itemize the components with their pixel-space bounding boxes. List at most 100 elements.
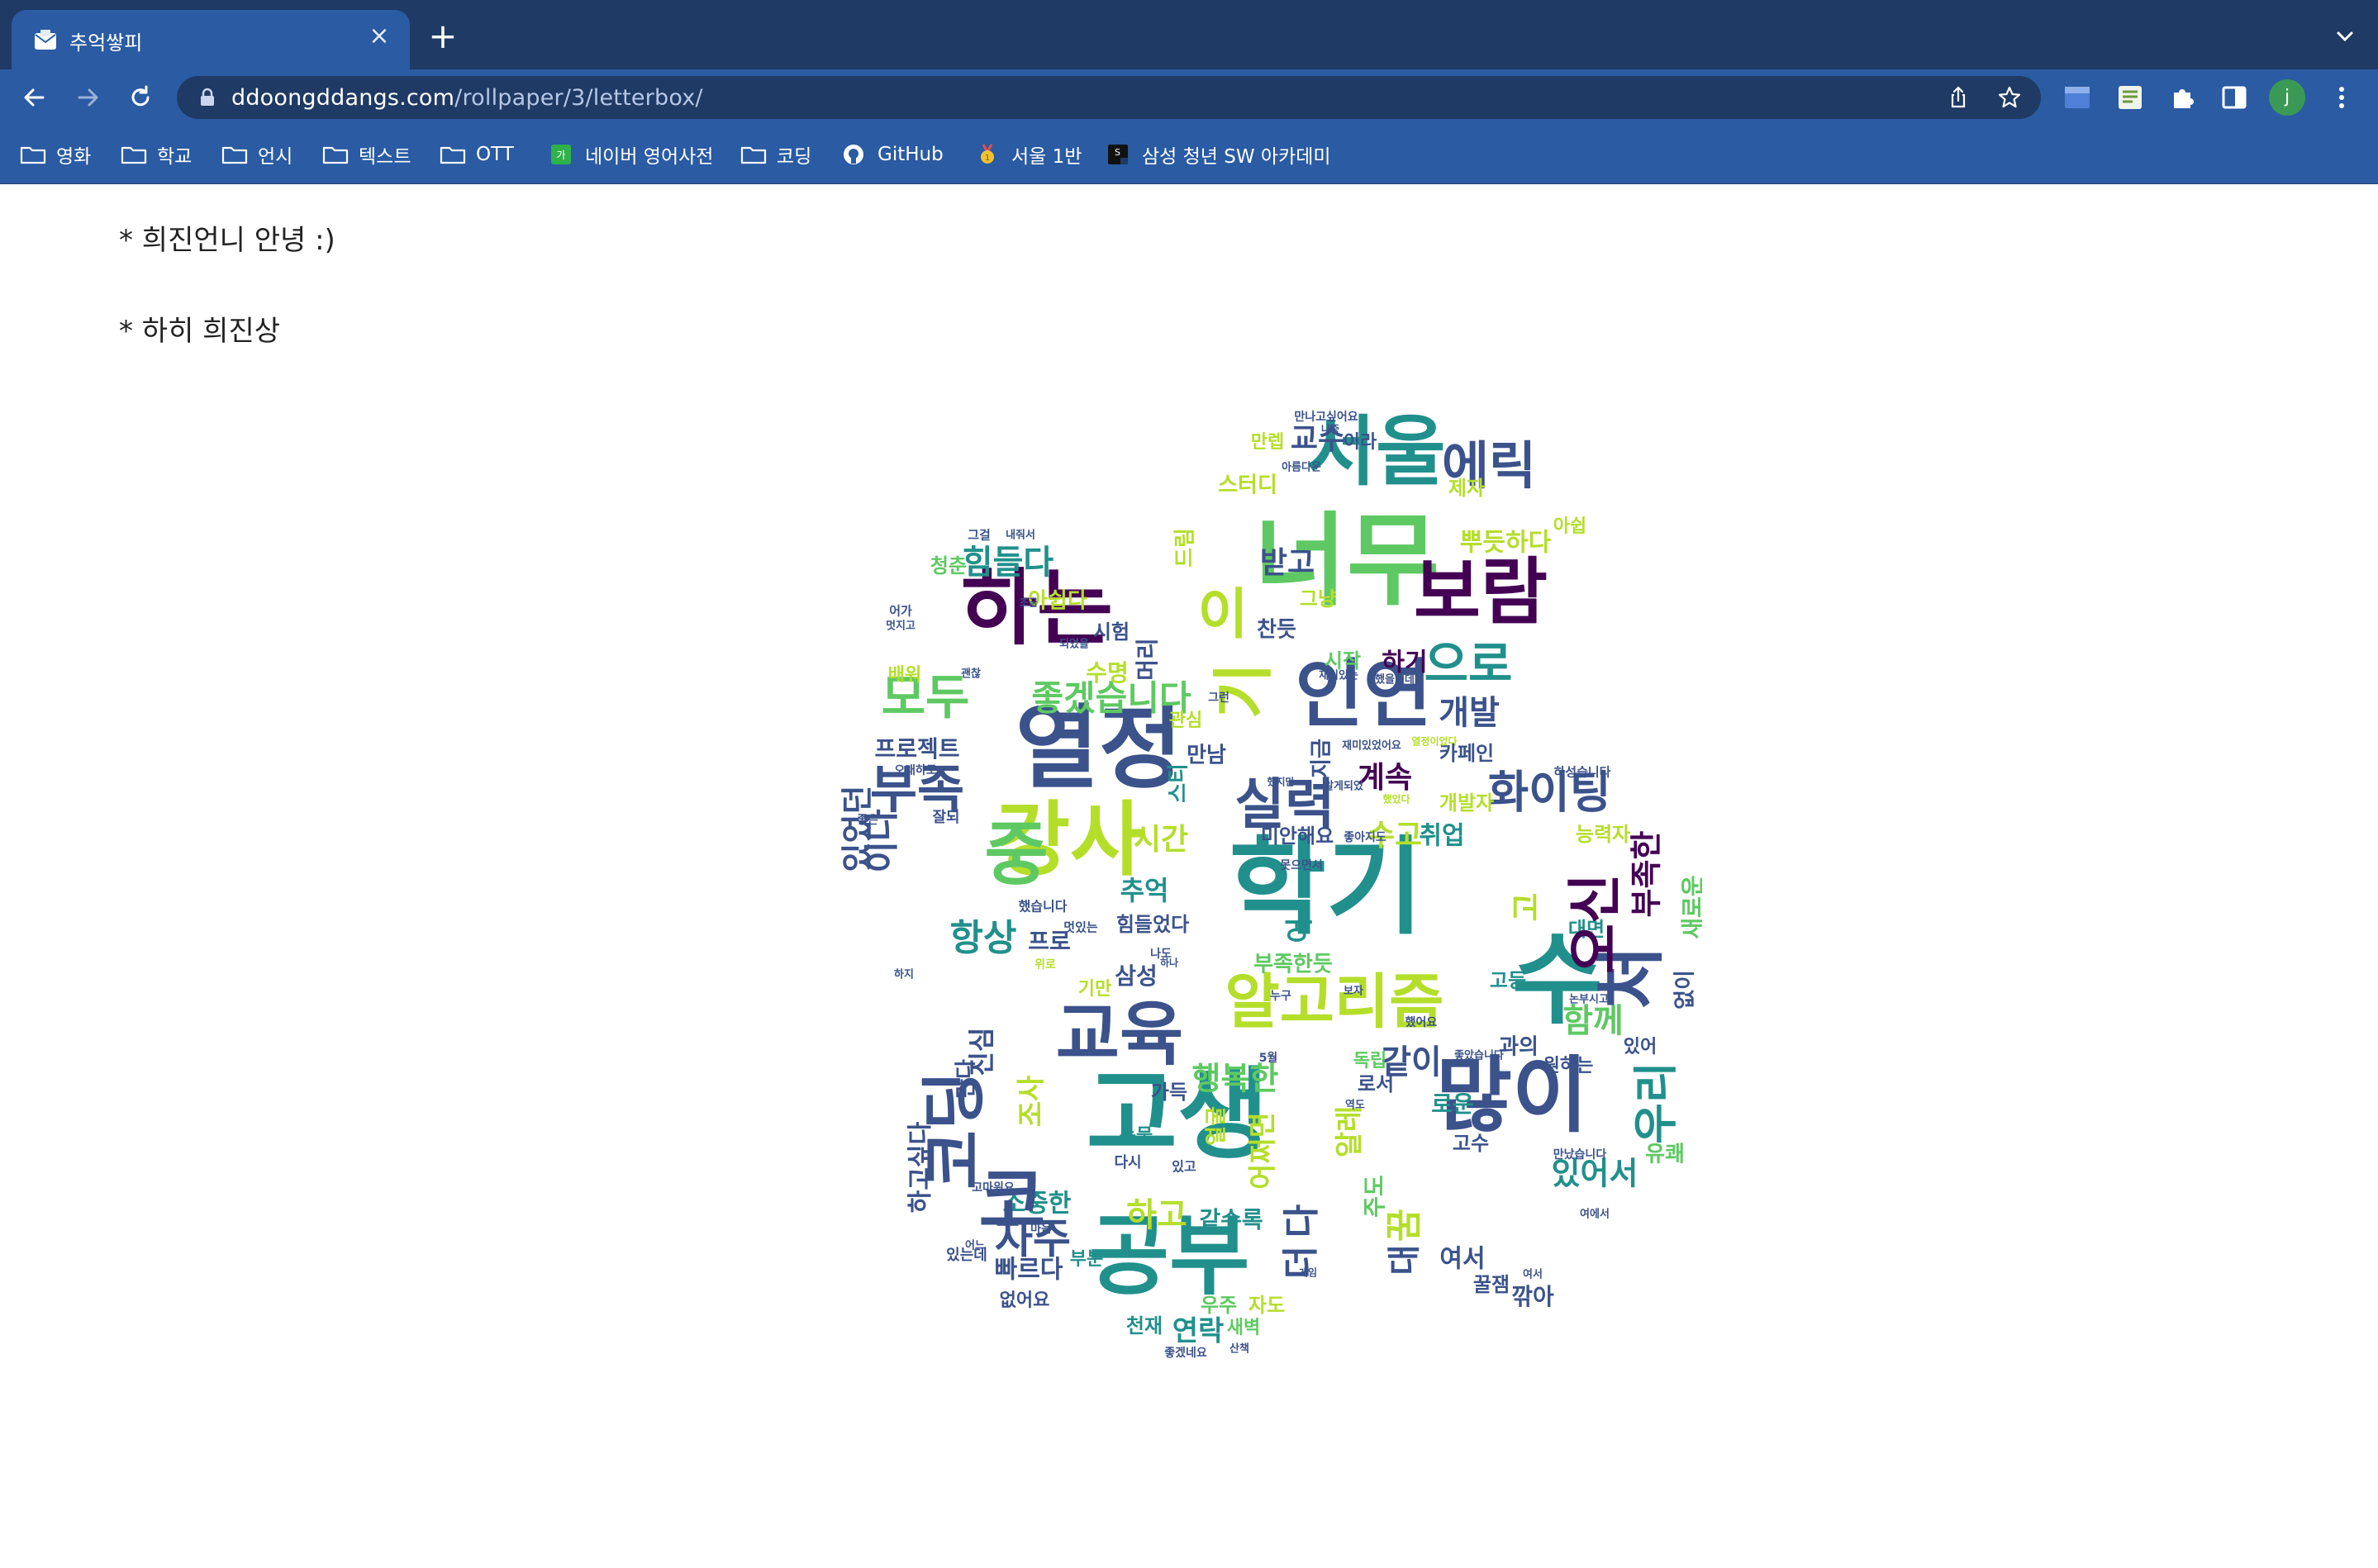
wordcloud-word: 행복한 xyxy=(1192,1061,1279,1097)
medal-icon: 1 xyxy=(981,144,994,164)
wordcloud-word: 드림 xyxy=(1173,528,1198,568)
bookmark-item[interactable]: 영화 xyxy=(20,140,91,169)
wordcloud-word: 좋아지도 xyxy=(1344,830,1386,844)
wordcloud-word: 우리 xyxy=(1630,1062,1682,1143)
wordcloud-word: 있어 xyxy=(1624,1037,1657,1057)
page-content: * 희진언니 안녕 :) * 하히 희진상 서울 에릭 너무 보람 하는 으로 인연 열정 모두… xyxy=(0,184,2378,1487)
bookmark-item[interactable]: GitHub xyxy=(841,140,944,169)
bookmarks-bar: 영화 학교 언시 텍스트 OTT 가 네이버 영어사전 코딩 GitHub 1 서울 1반 S 삼성 청… xyxy=(0,126,2378,184)
wordcloud-word: 로운 xyxy=(1431,1090,1474,1118)
wordcloud-word: 어 xyxy=(1284,917,1317,943)
wordcloud-word: 유쾌 xyxy=(1645,1143,1685,1167)
wordcloud-word: 머리 xyxy=(1134,638,1161,681)
folder-icon xyxy=(740,146,767,164)
wordcloud-word: 기 xyxy=(1209,663,1280,719)
forward-arrow-icon[interactable] xyxy=(71,81,104,114)
side-panel-icon[interactable] xyxy=(2218,81,2251,114)
wordcloud-word: 만남 xyxy=(1187,744,1226,768)
wordcloud-word: 시험 xyxy=(1093,620,1130,644)
puzzle-extensions-icon[interactable] xyxy=(2166,81,2200,114)
bookmark-star-icon[interactable] xyxy=(1996,84,2023,111)
wordcloud-word: 잘되 xyxy=(932,809,959,826)
wordcloud-word: 기만 xyxy=(1078,979,1111,1000)
close-tab-icon[interactable]: × xyxy=(365,22,393,50)
wordcloud-word: 열정이었다 xyxy=(1411,735,1457,748)
reload-icon[interactable] xyxy=(124,81,157,114)
wordcloud-word: 했지만 xyxy=(1267,776,1294,788)
wordcloud-word: 좋았습니다 xyxy=(1454,1049,1504,1062)
wordcloud-word: 꿀잼 xyxy=(1473,1273,1510,1296)
wordcloud-word: 이라 xyxy=(1344,432,1377,453)
wordcloud-word: 오신 xyxy=(1563,873,1627,973)
lock-icon[interactable] xyxy=(197,87,218,108)
wordcloud-word: 하고싶다 xyxy=(906,1121,935,1213)
wordcloud-word: 했을텐데 xyxy=(1375,673,1415,687)
browser-tab[interactable]: 추억쌓피 × xyxy=(12,10,410,69)
wordcloud-word: 여서 xyxy=(1439,1245,1485,1274)
bookmark-item[interactable]: OTT xyxy=(440,140,514,169)
wordcloud-word: 취업 xyxy=(1419,822,1464,851)
wordcloud-word: 깎아 xyxy=(1511,1283,1554,1310)
wordcloud-word: 멋있는 xyxy=(1063,920,1098,935)
wordcloud-word: 대 xyxy=(1386,1245,1424,1276)
wordcloud-word: 중 xyxy=(984,814,1048,895)
wordcloud-word: 원하는 xyxy=(1543,1056,1594,1076)
wordcloud-word: 능력자 xyxy=(1576,823,1630,846)
wordcloud-word: 으로 xyxy=(1424,636,1513,692)
profile-avatar[interactable]: j xyxy=(2269,79,2305,116)
wordcloud-word: 받고 xyxy=(1260,546,1315,580)
wordcloud-word: 산책 xyxy=(1229,1342,1249,1356)
bookmark-label: GitHub xyxy=(877,144,944,165)
bookmark-item[interactable]: 텍스트 xyxy=(322,140,411,169)
more-menu-icon[interactable] xyxy=(2325,81,2358,114)
extension-sheet-icon[interactable] xyxy=(2114,81,2147,114)
wordcloud-word: 꿈 xyxy=(1383,1209,1425,1242)
share-icon[interactable] xyxy=(1945,84,1971,111)
wordcloud-word: 마음 xyxy=(1030,1223,1052,1236)
wordcloud-word: 만났습니다 xyxy=(1553,1148,1607,1162)
wordcloud-word: 연락 xyxy=(1172,1315,1225,1348)
wordcloud-word: 부족한듯 xyxy=(1253,953,1333,977)
bookmark-item[interactable]: 학교 xyxy=(121,140,192,169)
wordcloud-word: 눈물 xyxy=(1120,1126,1153,1147)
wordcloud-word: 계속 xyxy=(1358,761,1412,795)
back-arrow-icon[interactable] xyxy=(18,81,51,114)
tab-title: 추억쌓피 xyxy=(69,31,143,55)
wordcloud-word: 누구 xyxy=(1270,990,1291,1003)
new-tab-button[interactable]: + xyxy=(426,19,459,54)
wordcloud-word: 있고 xyxy=(1172,1159,1196,1175)
wordcloud-word: 같수록 xyxy=(1199,1206,1263,1233)
wordcloud-word: 삼성 xyxy=(1115,962,1158,990)
chevron-down-icon[interactable] xyxy=(2330,21,2360,51)
wordcloud-word: 고수 xyxy=(1453,1132,1489,1155)
wordcloud-word: 여에서 xyxy=(1580,1208,1610,1221)
wordcloud-word: 어느 xyxy=(965,1239,985,1252)
message-line: * 희진언니 안녕 :) xyxy=(119,224,335,257)
bookmark-item[interactable]: 가 네이버 영어사전 xyxy=(549,140,713,169)
envelope-icon xyxy=(35,30,56,50)
address-bar[interactable]: ddoongddangs.com/rollpaper/3/letterbox/ xyxy=(177,76,2041,119)
wordcloud-word: 만다 xyxy=(954,1059,979,1099)
wordcloud-word: 독립 xyxy=(1353,1051,1386,1071)
wordcloud-word: 미안해요 xyxy=(1261,824,1334,848)
wordcloud-word: 어쩌면 xyxy=(1247,1112,1280,1190)
wordcloud-word: 게임 xyxy=(1299,1267,1317,1279)
bookmark-item[interactable]: S 삼성 청년 SW 아카데미 xyxy=(1106,140,1331,169)
wordcloud-word: 여서 xyxy=(1523,1268,1543,1281)
url-domain: ddoongddangs.com xyxy=(231,85,455,111)
bookmark-item[interactable]: 1 서울 1반 xyxy=(975,140,1082,169)
bookmark-item[interactable]: 코딩 xyxy=(740,140,811,169)
wordcloud-word: 다시 xyxy=(1114,1154,1141,1171)
wordcloud-word: 재미있었어요 xyxy=(1342,739,1401,753)
wordcloud-word: 가득 xyxy=(1151,1081,1187,1104)
extension-window-icon[interactable] xyxy=(2061,81,2094,114)
bookmark-item[interactable]: 언시 xyxy=(221,140,292,169)
wordcloud-word: 빠르다 xyxy=(995,1256,1063,1285)
url-text[interactable]: ddoongddangs.com/rollpaper/3/letterbox/ xyxy=(231,85,703,111)
wordcloud-word: 조사 xyxy=(1015,1076,1049,1128)
wordcloud-word: 내줘서 xyxy=(1006,529,1035,542)
wordcloud-word: 그냥 xyxy=(1300,587,1336,611)
wordcloud-word: 개발자 xyxy=(1439,791,1494,815)
wordcloud-word: 만렙 xyxy=(1251,432,1284,453)
bookmark-label: 텍스트 xyxy=(359,146,411,168)
